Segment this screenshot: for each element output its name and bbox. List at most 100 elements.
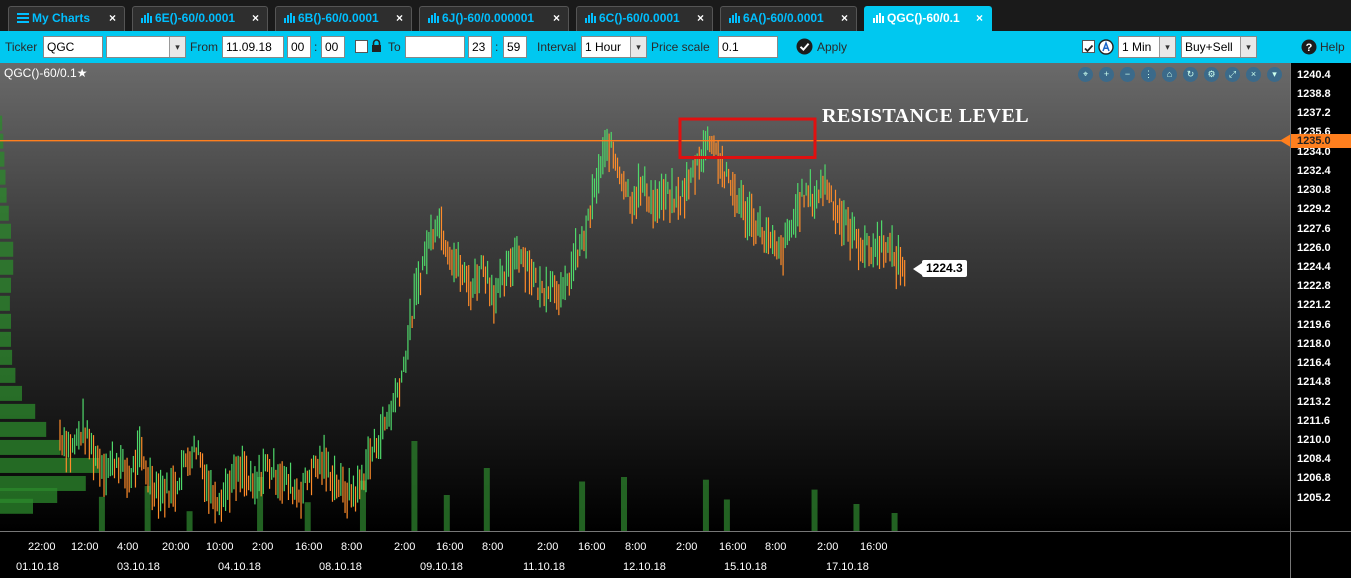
close-icon[interactable]: × bbox=[1246, 67, 1261, 82]
time-tick-label: 16:00 bbox=[719, 541, 747, 553]
close-icon[interactable]: × bbox=[109, 7, 116, 30]
indicators-icon[interactable]: ⋮ bbox=[1141, 67, 1156, 82]
time-tick-label: 2:00 bbox=[394, 541, 416, 553]
volume-bar bbox=[257, 477, 264, 531]
to-minute-input[interactable] bbox=[503, 36, 527, 58]
close-icon[interactable]: × bbox=[553, 7, 560, 30]
price-tick-label: 1210.0 bbox=[1297, 433, 1331, 446]
tab-label: 6A()-60/0.0001 bbox=[743, 11, 824, 25]
price-tick-label: 1227.6 bbox=[1297, 222, 1331, 235]
volume-profile-bar bbox=[0, 151, 5, 167]
time-axis[interactable]: 22:00 12:00 4:00 20:00 10:00 2:00 16:00 8:00 2:0… bbox=[0, 531, 1290, 578]
check-circle-icon[interactable] bbox=[796, 38, 813, 60]
tab-6b[interactable]: 6B()-60/0.0001 × bbox=[275, 6, 412, 31]
price-scale-label: Price scale bbox=[651, 40, 710, 54]
volume-bar bbox=[98, 496, 105, 531]
interval-select[interactable]: 1 Hour ▾ bbox=[581, 36, 647, 58]
date-tick-label: 09.10.18 bbox=[420, 561, 463, 573]
to-date-input[interactable] bbox=[405, 36, 465, 58]
price-tick-label: 1218.0 bbox=[1297, 337, 1331, 350]
settings-icon[interactable]: ⚙ bbox=[1204, 67, 1219, 82]
volume-profile-bar bbox=[0, 223, 11, 239]
chevron-down-icon: ▾ bbox=[1159, 37, 1175, 57]
volume-bar bbox=[579, 481, 586, 531]
date-tick-label: 17.10.18 bbox=[826, 561, 869, 573]
price-tick-label: 1230.8 bbox=[1297, 184, 1331, 197]
lock-icon bbox=[371, 39, 382, 58]
price-tick-label: 1224.4 bbox=[1297, 260, 1331, 273]
time-tick-label: 2:00 bbox=[537, 541, 559, 553]
refresh-icon[interactable]: ↻ bbox=[1183, 67, 1198, 82]
star-icon[interactable]: ★ bbox=[77, 66, 88, 80]
price-tick-label: 1219.6 bbox=[1297, 318, 1331, 331]
bar-chart-icon bbox=[585, 8, 596, 31]
ticker-extra-select[interactable]: ▾ bbox=[106, 36, 186, 58]
time-tick-label: 2:00 bbox=[676, 541, 698, 553]
time-tick-label: 8:00 bbox=[341, 541, 363, 553]
auto-scale-icon[interactable] bbox=[1098, 39, 1114, 60]
volume-bar bbox=[621, 477, 627, 531]
volume-profile-bar bbox=[0, 439, 61, 455]
timeframe-select[interactable]: 1 Min ▾ bbox=[1118, 36, 1176, 58]
bar-chart-icon bbox=[428, 8, 439, 31]
time-tick-label: 8:00 bbox=[765, 541, 787, 553]
price-chart[interactable] bbox=[0, 63, 1290, 531]
volume-profile-bar bbox=[0, 367, 16, 383]
expand-icon[interactable]: ⤢ bbox=[1225, 67, 1240, 82]
volume-profile-bar bbox=[0, 277, 11, 293]
price-tick-label: 1237.2 bbox=[1297, 107, 1331, 120]
price-scale-input[interactable] bbox=[718, 36, 778, 58]
axis-corner bbox=[1290, 531, 1351, 578]
apply-button[interactable]: Apply bbox=[817, 40, 847, 54]
ticker-input[interactable] bbox=[43, 36, 103, 58]
last-price-pointer bbox=[913, 263, 922, 276]
tab-label: 6B()-60/0.0001 bbox=[298, 11, 379, 25]
help-icon[interactable]: ? bbox=[1301, 39, 1317, 60]
price-axis[interactable]: 1205.2 1206.8 1208.4 1210.0 1211.6 1213.2 1214… bbox=[1290, 63, 1351, 531]
from-minute-input[interactable] bbox=[321, 36, 345, 58]
zoom-in-icon[interactable]: + bbox=[1099, 67, 1114, 82]
chart-area[interactable]: QGC()-60/0.1★ ⌖ + − ⋮ ⌂ ↻ ⚙ ⤢ × ▾ RESISTANCE LEVE… bbox=[0, 63, 1290, 531]
close-icon[interactable]: × bbox=[976, 7, 983, 30]
from-label: From bbox=[190, 40, 218, 54]
tab-qgc[interactable]: QGC()-60/0.1 × bbox=[864, 6, 992, 31]
volume-profile-bar bbox=[0, 187, 7, 203]
time-tick-label: 8:00 bbox=[482, 541, 504, 553]
tab-my-charts[interactable]: My Charts × bbox=[8, 6, 125, 31]
tab-6c[interactable]: 6C()-60/0.0001 × bbox=[576, 6, 713, 31]
help-button[interactable]: Help bbox=[1320, 40, 1345, 54]
crosshair-icon[interactable]: ⌖ bbox=[1078, 67, 1093, 82]
price-tick-label: 1226.0 bbox=[1297, 241, 1331, 254]
volume-profile-bar bbox=[0, 331, 11, 347]
lock-checkbox[interactable] bbox=[355, 40, 368, 53]
resistance-highlight-box bbox=[678, 117, 817, 159]
close-icon[interactable]: × bbox=[841, 7, 848, 30]
chevron-down-icon: ▾ bbox=[169, 37, 185, 57]
volume-profile-bar bbox=[0, 498, 33, 514]
volume-bar bbox=[411, 441, 418, 531]
home-icon[interactable]: ⌂ bbox=[1162, 67, 1177, 82]
price-tick-label: 1229.2 bbox=[1297, 203, 1331, 216]
tab-label: 6J()-60/0.000001 bbox=[442, 11, 535, 25]
zoom-out-icon[interactable]: − bbox=[1120, 67, 1135, 82]
tab-6a[interactable]: 6A()-60/0.0001 × bbox=[720, 6, 857, 31]
tab-6j[interactable]: 6J()-60/0.000001 × bbox=[419, 6, 569, 31]
auto-checkbox[interactable] bbox=[1082, 40, 1095, 53]
chevron-down-icon[interactable]: ▾ bbox=[1267, 67, 1282, 82]
date-tick-label: 11.10.18 bbox=[523, 561, 566, 573]
side-select[interactable]: Buy+Sell ▾ bbox=[1181, 36, 1257, 58]
last-price-label: 1224.3 bbox=[922, 260, 967, 278]
time-tick-label: 12:00 bbox=[71, 541, 99, 553]
date-tick-label: 15.10.18 bbox=[724, 561, 767, 573]
from-date-input[interactable] bbox=[222, 36, 284, 58]
close-icon[interactable]: × bbox=[697, 7, 704, 30]
chart-title-text: QGC()-60/0.1 bbox=[4, 66, 77, 80]
price-tick-label: 1238.8 bbox=[1297, 88, 1331, 101]
volume-profile-bar bbox=[0, 115, 3, 131]
tab-6e[interactable]: 6E()-60/0.0001 × bbox=[132, 6, 268, 31]
date-tick-label: 12.10.18 bbox=[623, 561, 666, 573]
from-hour-input[interactable] bbox=[287, 36, 311, 58]
to-hour-input[interactable] bbox=[468, 36, 492, 58]
close-icon[interactable]: × bbox=[396, 7, 403, 30]
close-icon[interactable]: × bbox=[252, 7, 259, 30]
